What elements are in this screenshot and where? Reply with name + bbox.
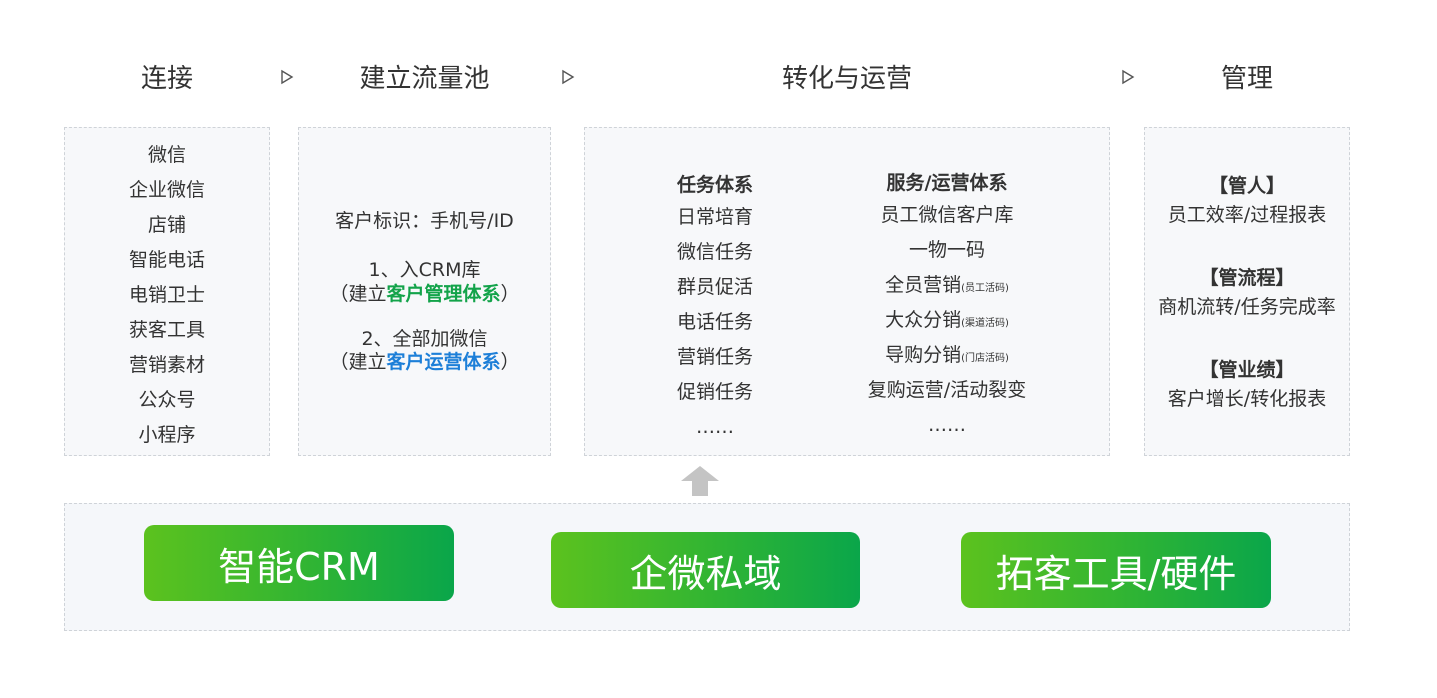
list-item: 员工微信客户库 [880, 204, 1014, 226]
stage-title-connect: 连接 [140, 64, 193, 94]
step-crm-line2: （建立客户管理体系） [299, 282, 550, 306]
manage-process-desc: 商机流转/任务完成率 [1158, 296, 1336, 318]
list-item: 获客工具 [128, 319, 205, 341]
triangle-right-icon [562, 69, 575, 85]
step-wechat-line1: 2、全部加微信 [361, 328, 488, 350]
manage-process: 【管流程】 商机流转/任务完成率 [1145, 264, 1349, 322]
paren-prefix: （建立 [329, 283, 387, 305]
paren-prefix: （建立 [329, 351, 387, 373]
smart-crm-button[interactable]: 智能CRM [144, 525, 454, 601]
platform-base: 智能CRM 企微私域 拓客工具/硬件 [64, 503, 1350, 631]
service-system: 服务/运营体系 员工微信客户库 一物一码 全员营销(员工活码) 大众分销(渠道活… [847, 168, 1047, 443]
paren-suffix: ） [500, 283, 520, 305]
manage-performance: 【管业绩】 客户增长/转化报表 [1145, 356, 1349, 414]
list-item: 一物一码 [908, 239, 985, 261]
step-crm-line1: 1、入CRM库 [368, 259, 481, 281]
list-item: 电话任务 [676, 311, 753, 333]
list-item: 微信 [147, 144, 186, 166]
pool-panel: 客户标识：手机号/ID 1、入CRM库 （建立客户管理体系） 2、全部加微信 （… [298, 127, 551, 456]
manage-process-title: 【管流程】 [1199, 267, 1295, 289]
step-wechat-line2: （建立客户运营体系） [299, 350, 550, 374]
triangle-right-icon [281, 69, 294, 85]
list-item: 促销任务 [676, 381, 753, 403]
service-system-title: 服务/运营体系 [886, 172, 1008, 194]
manage-performance-desc: 客户增长/转化报表 [1167, 388, 1327, 410]
list-item: …… [696, 416, 734, 438]
list-item: 小程序 [138, 424, 196, 446]
list-item: 导购分销(门店活码) [885, 344, 1009, 366]
list-item: …… [928, 414, 966, 436]
customer-management-system: 客户管理体系 [386, 283, 501, 305]
wecom-private-domain-button[interactable]: 企微私域 [551, 532, 860, 608]
list-item: 大众分销(渠道活码) [885, 309, 1009, 331]
manage-performance-title: 【管业绩】 [1199, 359, 1295, 381]
convert-panel: 任务体系 日常培育 微信任务 群员促活 电话任务 营销任务 促销任务 …… 服务… [584, 127, 1110, 456]
connect-list: 微信 企业微信 店铺 智能电话 电销卫士 获客工具 营销素材 公众号 小程序 [65, 140, 269, 455]
task-system-title: 任务体系 [676, 174, 753, 196]
list-item: 群员促活 [676, 276, 753, 298]
manage-people: 【管人】 员工效率/过程报表 [1145, 172, 1349, 230]
triangle-right-icon [1122, 69, 1135, 85]
list-item: 店铺 [147, 214, 186, 236]
manage-panel: 【管人】 员工效率/过程报表 【管流程】 商机流转/任务完成率 【管业绩】 客户… [1144, 127, 1350, 456]
task-system: 任务体系 日常培育 微信任务 群员促活 电话任务 营销任务 促销任务 …… [655, 170, 775, 445]
connect-panel: 微信 企业微信 店铺 智能电话 电销卫士 获客工具 营销素材 公众号 小程序 [64, 127, 270, 456]
list-item: 全员营销(员工活码) [885, 274, 1009, 296]
list-item: 企业微信 [128, 179, 205, 201]
list-item: 微信任务 [676, 241, 753, 263]
list-item: 营销任务 [676, 346, 753, 368]
list-item: 智能电话 [128, 249, 205, 271]
stage-title-pool: 建立流量池 [359, 64, 490, 94]
manage-people-title: 【管人】 [1208, 175, 1285, 197]
list-item: 日常培育 [676, 206, 753, 228]
arrow-up-icon [681, 466, 719, 496]
stage-title-convert: 转化与运营 [781, 64, 912, 94]
list-item: 电销卫士 [128, 284, 205, 306]
list-item: 复购运营/活动裂变 [867, 379, 1027, 401]
customer-operation-system: 客户运营体系 [386, 351, 501, 373]
manage-people-desc: 员工效率/过程报表 [1167, 204, 1327, 226]
stage-title-manage: 管理 [1220, 64, 1273, 94]
list-item: 公众号 [138, 389, 196, 411]
paren-suffix: ） [500, 351, 520, 373]
customer-identity: 客户标识：手机号/ID [335, 210, 514, 232]
list-item: 营销素材 [128, 354, 205, 376]
customer-tools-hardware-button[interactable]: 拓客工具/硬件 [961, 532, 1271, 608]
